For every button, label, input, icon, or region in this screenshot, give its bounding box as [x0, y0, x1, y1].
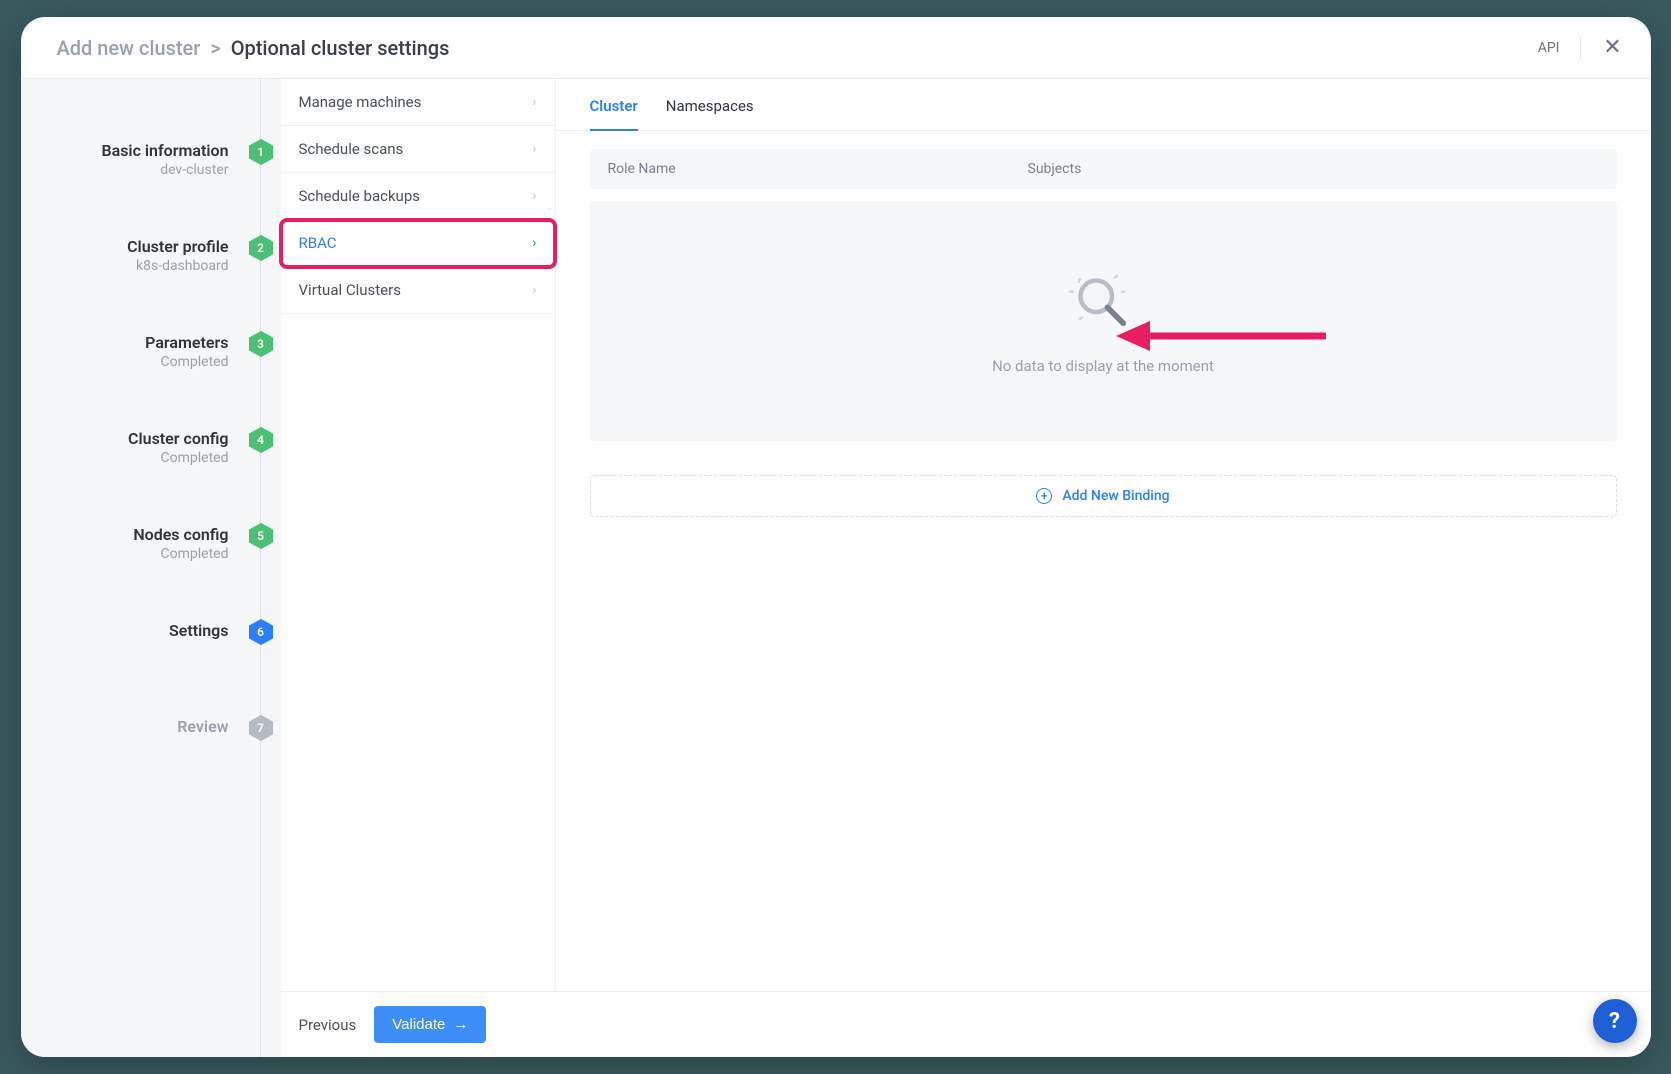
chevron-right-icon: › [532, 141, 536, 157]
step-number: 5 [257, 529, 264, 543]
step-cluster-profile[interactable]: Cluster profile k8s-dashboard 2 [21, 235, 281, 331]
step-badge: 4 [249, 427, 273, 453]
plus-circle-icon: + [1036, 488, 1052, 504]
step-subtitle: Completed [128, 450, 228, 466]
modal-window: Add new cluster > Optional cluster setti… [21, 17, 1651, 1057]
step-badge: 1 [249, 139, 273, 165]
step-settings[interactable]: Settings 6 [21, 619, 281, 715]
step-badge: 6 [249, 619, 273, 645]
validate-label: Validate [392, 1016, 445, 1033]
modal-body: Basic information dev-cluster 1 Cluster … [21, 79, 1651, 1057]
settings-submenu: Manage machines › Schedule scans › Sched… [281, 79, 556, 991]
step-title: Settings [169, 621, 229, 640]
step-number: 1 [257, 145, 264, 159]
submenu-item-label: Schedule backups [299, 187, 421, 205]
api-link[interactable]: API [1538, 40, 1560, 56]
step-badge: 5 [249, 523, 273, 549]
bindings-table: Role Name Subjects No data to display at… [556, 131, 1651, 517]
help-button[interactable]: ? [1593, 999, 1637, 1043]
empty-state: No data to display at the moment [590, 201, 1617, 441]
header-actions: API ✕ [1538, 36, 1625, 60]
step-number: 2 [257, 241, 264, 255]
step-badge: 2 [249, 235, 273, 261]
step-title: Cluster config [128, 429, 228, 448]
step-subtitle: Completed [145, 354, 228, 370]
submenu-schedule-backups[interactable]: Schedule backups › [281, 173, 555, 220]
rbac-tabs: Cluster Namespaces [556, 79, 1651, 131]
step-title: Basic information [101, 141, 228, 160]
close-button[interactable]: ✕ [1601, 36, 1625, 60]
step-number: 3 [257, 337, 264, 351]
wizard-stepper: Basic information dev-cluster 1 Cluster … [21, 79, 281, 1057]
help-icon: ? [1609, 1009, 1620, 1034]
wizard-footer: Previous Validate → [281, 991, 1651, 1057]
table-header: Role Name Subjects [590, 149, 1617, 189]
search-empty-icon [1067, 267, 1139, 339]
modal-header: Add new cluster > Optional cluster setti… [21, 17, 1651, 79]
column-subjects: Subjects [1028, 161, 1599, 177]
column-role-name: Role Name [608, 161, 1028, 177]
submenu-manage-machines[interactable]: Manage machines › [281, 79, 555, 126]
add-binding-button[interactable]: + Add New Binding [590, 475, 1617, 517]
chevron-right-icon: › [532, 188, 536, 204]
divider [1580, 36, 1581, 60]
step-parameters[interactable]: Parameters Completed 3 [21, 331, 281, 427]
step-number: 7 [257, 721, 264, 735]
submenu-item-label: Schedule scans [299, 140, 404, 158]
breadcrumb-separator: > [210, 36, 220, 60]
submenu-rbac[interactable]: RBAC › [281, 220, 555, 267]
step-number: 4 [257, 433, 264, 447]
step-badge: 7 [249, 715, 273, 741]
tab-namespaces[interactable]: Namespaces [666, 97, 754, 130]
content-panel: Cluster Namespaces Role Name Subjects [556, 79, 1651, 991]
step-nodes-config[interactable]: Nodes config Completed 5 [21, 523, 281, 619]
step-title: Nodes config [133, 525, 228, 544]
previous-button[interactable]: Previous [299, 1016, 357, 1034]
step-title: Review [177, 717, 228, 736]
breadcrumb: Add new cluster > Optional cluster setti… [57, 36, 450, 60]
chevron-right-icon: › [532, 282, 536, 298]
arrow-right-icon: → [453, 1016, 468, 1033]
submenu-item-label: Virtual Clusters [299, 281, 401, 299]
empty-message: No data to display at the moment [992, 357, 1214, 375]
breadcrumb-leaf: Optional cluster settings [231, 36, 450, 60]
step-number: 6 [257, 625, 264, 639]
step-basic-information[interactable]: Basic information dev-cluster 1 [21, 139, 281, 235]
submenu-item-label: Manage machines [299, 93, 422, 111]
breadcrumb-root[interactable]: Add new cluster [57, 36, 201, 60]
tab-cluster[interactable]: Cluster [590, 97, 638, 131]
step-subtitle: Completed [133, 546, 228, 562]
step-subtitle: k8s-dashboard [127, 258, 228, 274]
step-review[interactable]: Review 7 [21, 715, 281, 811]
step-cluster-config[interactable]: Cluster config Completed 4 [21, 427, 281, 523]
step-title: Cluster profile [127, 237, 228, 256]
chevron-right-icon: › [532, 235, 536, 251]
step-badge: 3 [249, 331, 273, 357]
submenu-item-label: RBAC [299, 234, 337, 252]
submenu-schedule-scans[interactable]: Schedule scans › [281, 126, 555, 173]
step-subtitle: dev-cluster [101, 162, 228, 178]
chevron-right-icon: › [532, 94, 536, 110]
step-title: Parameters [145, 333, 228, 352]
validate-button[interactable]: Validate → [374, 1006, 486, 1043]
submenu-virtual-clusters[interactable]: Virtual Clusters › [281, 267, 555, 314]
add-binding-label: Add New Binding [1062, 488, 1169, 504]
close-icon: ✕ [1603, 35, 1621, 60]
